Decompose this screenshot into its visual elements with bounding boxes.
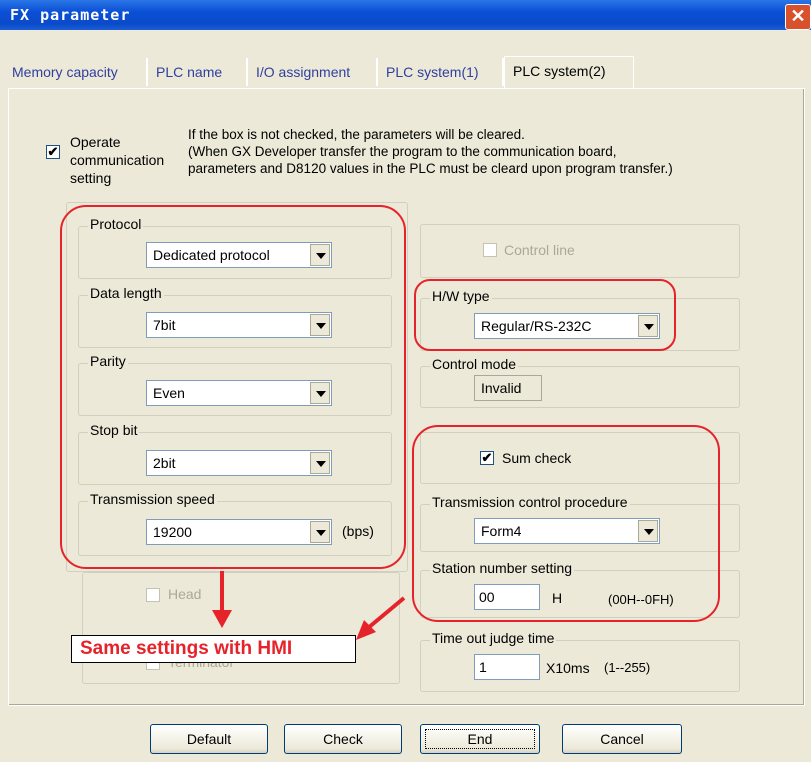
check-button[interactable]: Check xyxy=(284,724,402,754)
cancel-button[interactable]: Cancel xyxy=(562,724,682,754)
annotation-callout: Same settings with HMI xyxy=(71,635,356,663)
fx-parameter-dialog: FX parameter ✕ Memory capacity PLC name … xyxy=(0,0,811,762)
annotation-arrow-left xyxy=(366,596,406,630)
end-button[interactable]: End xyxy=(420,724,540,754)
annotation-arrowhead-down xyxy=(212,610,232,628)
default-button[interactable]: Default xyxy=(150,724,268,754)
